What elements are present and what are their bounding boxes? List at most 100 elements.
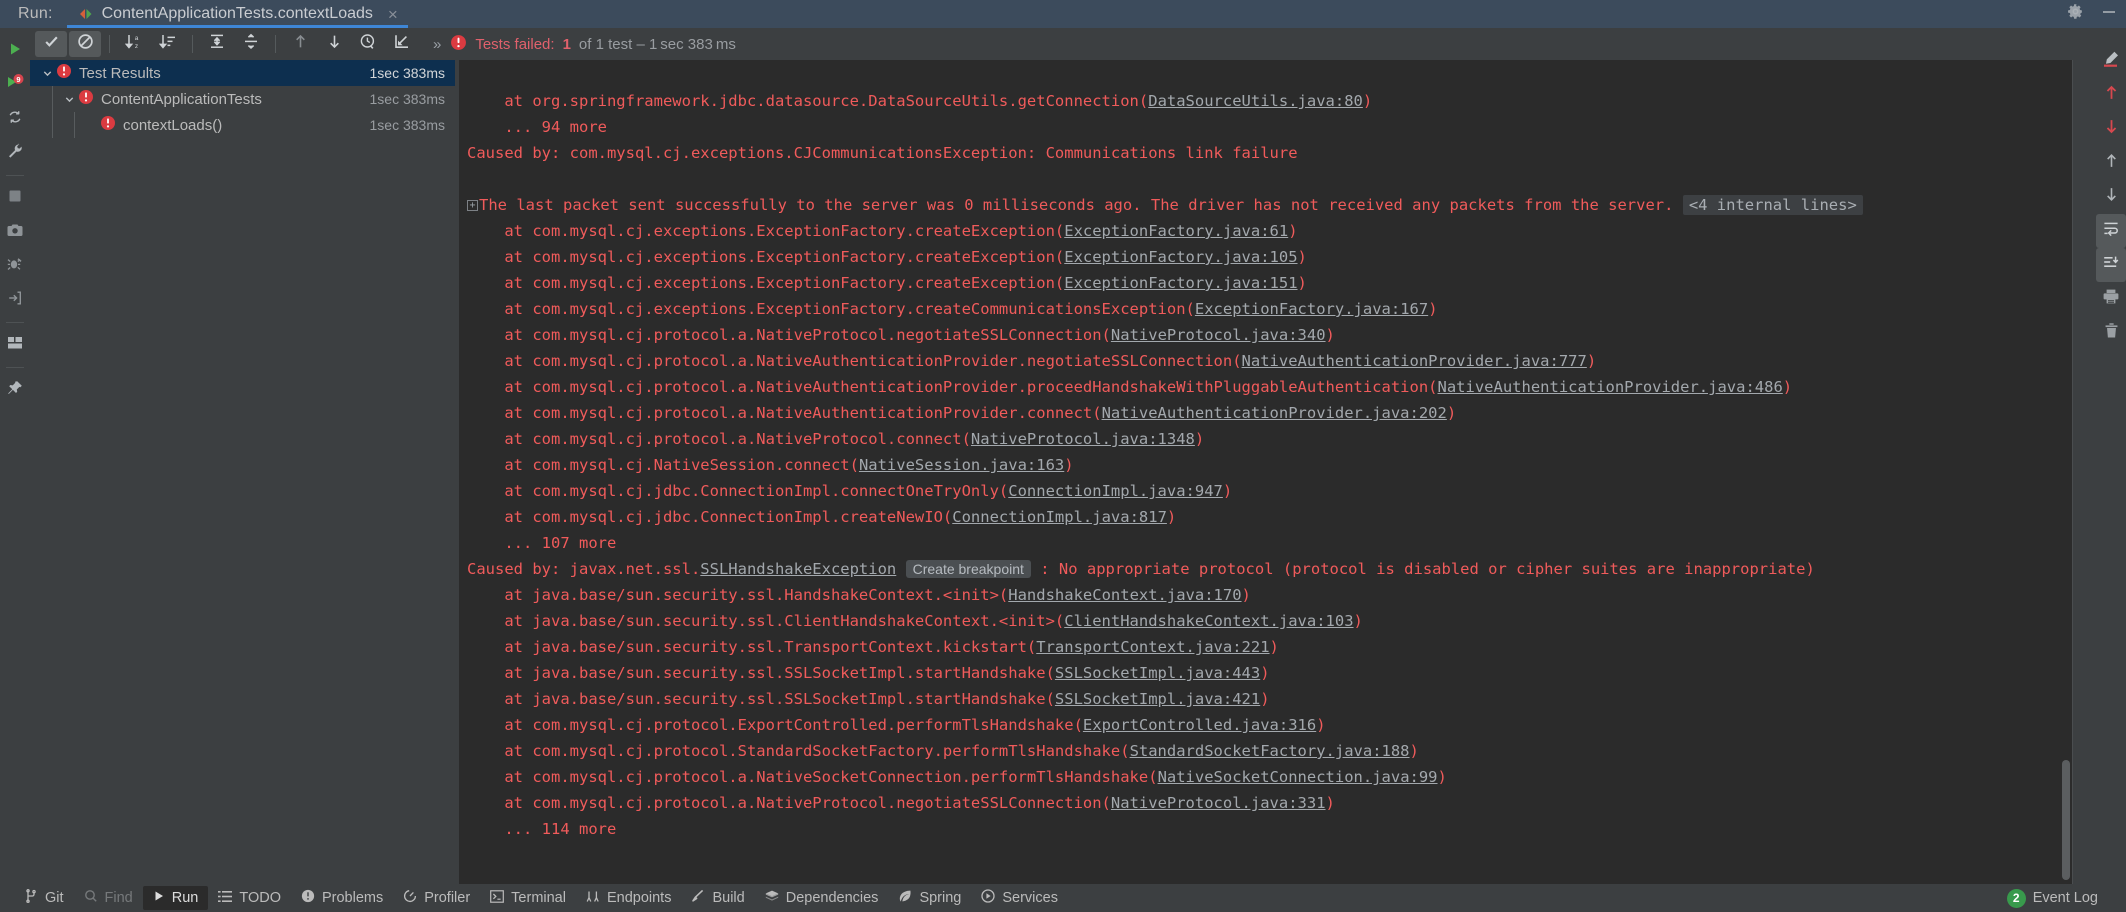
statusbar-item-git[interactable]: Git [14,886,74,910]
stack-frame-link[interactable]: SSLSocketImpl.java:421 [1055,690,1260,708]
stack-frame-link[interactable]: ExceptionFactory.java:151 [1064,274,1297,292]
console-scrollbar-thumb[interactable] [2062,760,2070,880]
rerun-failed-tests-button[interactable]: 9 [0,68,30,102]
stack-frame-link[interactable]: ExceptionFactory.java:61 [1064,222,1288,240]
statusbar-item-label: Spring [919,890,961,906]
statusbar-item-find[interactable]: Find [74,886,143,910]
console-output[interactable]: at org.springframework.jdbc.datasource.D… [459,60,2072,884]
print-button[interactable] [2096,282,2126,316]
highlight-button[interactable] [2096,44,2126,78]
rerun-button[interactable] [0,34,30,68]
test-tree-row[interactable]: ContentApplicationTests1sec 383ms [30,86,455,112]
stack-frame-link[interactable]: ExceptionFactory.java:167 [1195,300,1428,318]
sort-alphabetically-button[interactable]: a z [118,31,150,57]
arrow-down-red-icon [2103,118,2120,140]
spring-leaf-icon [898,889,912,907]
stack-frame-link[interactable]: DataSourceUtils.java:80 [1148,92,1363,110]
layout-icon [7,336,23,355]
test-tree-row[interactable]: contextLoads()1sec 383ms [30,112,455,138]
stack-frame-link[interactable]: ExportControlled.java:316 [1083,716,1316,734]
stack-frame-link[interactable]: NativeSocketConnection.java:99 [1158,768,1438,786]
stack-frame-link[interactable]: ConnectionImpl.java:947 [1008,482,1223,500]
pin-tab-button[interactable] [0,373,30,407]
expand-all-button[interactable] [201,31,233,57]
hammer-icon [691,889,705,907]
statusbar-item-label: Profiler [424,890,470,906]
next-failed-test-button[interactable] [318,31,350,57]
statusbar-item-build[interactable]: Build [681,886,754,910]
stack-frame-link[interactable]: NativeProtocol.java:340 [1111,326,1326,344]
sort-by-duration-button[interactable] [152,31,184,57]
chevron-down-icon[interactable] [38,60,56,86]
screenshot-button[interactable] [0,215,30,249]
stop-button[interactable] [0,181,30,215]
stack-frame-link[interactable]: TransportContext.java:221 [1036,638,1269,656]
close-icon[interactable]: × [388,6,398,23]
sort-az-icon: a z [125,33,143,55]
statusbar-item-profiler[interactable]: Profiler [393,886,480,910]
collapse-all-button[interactable] [235,31,267,57]
arrow-up-red-icon [2103,84,2120,106]
statusbar-item-services[interactable]: Services [971,886,1068,910]
stack-frame-link[interactable]: NativeAuthenticationProvider.java:202 [1102,404,1447,422]
scroll-up-button[interactable] [2096,146,2126,180]
run-configuration-tab[interactable]: ContentApplicationTests.contextLoads × [67,0,408,28]
scroll-down-button[interactable] [2096,180,2126,214]
test-history-button[interactable] [352,31,384,57]
statusbar-item-endpoints[interactable]: Endpoints [576,886,682,910]
stack-frame-link[interactable]: NativeProtocol.java:331 [1111,794,1326,812]
show-passed-toggle[interactable] [35,31,67,57]
previous-failed-test-button[interactable] [284,31,316,57]
trash-icon [2103,322,2120,344]
layout-button[interactable] [0,328,30,362]
stack-frame-link[interactable]: ClientHandshakeContext.java:103 [1064,612,1353,630]
debug-button[interactable] [0,249,30,283]
hide-ignored-toggle[interactable] [69,31,101,57]
statusbar-item-terminal[interactable]: Terminal [480,886,576,910]
statusbar-item-label: Terminal [511,890,566,906]
test-tree-row-label: ContentApplicationTests [101,91,262,108]
stack-frame-link[interactable]: HandshakeContext.java:170 [1008,586,1241,604]
statusbar-item-dependencies[interactable]: Dependencies [755,886,889,910]
stack-frame-link[interactable]: SSLSocketImpl.java:443 [1055,664,1260,682]
statusbar-item-spring[interactable]: Spring [888,886,971,910]
test-results-tree[interactable]: Test Results1sec 383msContentApplication… [30,60,455,884]
toolbar-overflow-button[interactable]: » [419,36,450,53]
minimize-button[interactable] [2092,0,2126,28]
console-stack-frame: at java.base/sun.security.ssl.HandshakeC… [459,582,2072,608]
event-log-button[interactable]: 2 Event Log [1997,886,2108,910]
statusbar-item-run[interactable]: Run [143,886,209,910]
stack-frame-link[interactable]: NativeAuthenticationProvider.java:777 [1242,352,1587,370]
stack-frame-link[interactable]: ConnectionImpl.java:817 [952,508,1167,526]
import-button[interactable] [0,283,30,317]
arrow-up-icon [292,33,309,55]
chevron-down-icon[interactable] [60,86,78,112]
stack-frame-link[interactable]: ExceptionFactory.java:105 [1064,248,1297,266]
next-occurrence-button[interactable] [2096,112,2126,146]
stack-frame-link[interactable]: StandardSocketFactory.java:188 [1130,742,1410,760]
rerun-failed-icon: 9 [6,74,24,96]
test-tree-row[interactable]: Test Results1sec 383ms [30,60,455,86]
exception-class-link[interactable]: SSLHandshakeException [700,560,896,578]
toggle-auto-test-button[interactable] [0,102,30,136]
statusbar-item-problems[interactable]: Problems [291,886,393,910]
soft-wrap-button[interactable] [2096,214,2126,248]
clear-all-button[interactable] [2096,316,2126,350]
import-test-results-button[interactable] [386,31,418,57]
previous-occurrence-button[interactable] [2096,78,2126,112]
expand-fold-icon[interactable]: + [467,200,478,211]
statusbar-item-label: Endpoints [607,890,672,906]
settings-button[interactable] [2058,0,2092,28]
create-breakpoint-hint[interactable]: Create breakpoint [906,560,1031,578]
statusbar-item-label: Find [105,890,133,906]
console-stack-frame: at com.mysql.cj.protocol.a.NativeProtoco… [459,426,2072,452]
stack-frame-link[interactable]: NativeSession.java:163 [859,456,1064,474]
scroll-to-end-button[interactable] [2096,248,2126,282]
statusbar-item-todo[interactable]: TODO [208,886,291,910]
folded-lines-badge[interactable]: <4 internal lines> [1683,195,1863,215]
stack-frame-link[interactable]: NativeAuthenticationProvider.java:486 [1438,378,1783,396]
console-stack-frame: at com.mysql.cj.protocol.a.NativeSocketC… [459,764,2072,790]
clock-history-icon [359,33,377,56]
stack-frame-link[interactable]: NativeProtocol.java:1348 [971,430,1195,448]
configure-button[interactable] [0,136,30,170]
